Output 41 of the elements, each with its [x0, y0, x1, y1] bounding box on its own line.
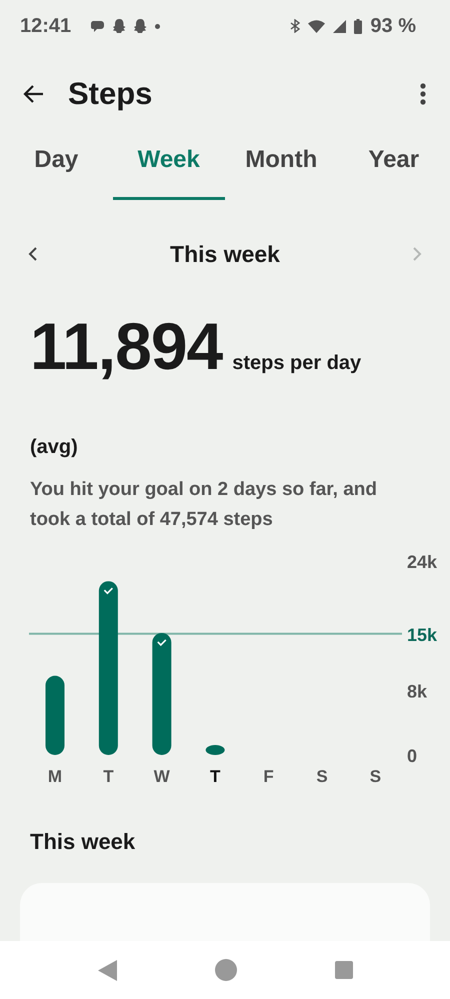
period-tab[interactable]: Month — [225, 136, 338, 200]
signal-icon — [333, 20, 346, 32]
page-title: Steps — [68, 76, 152, 112]
average-note: (avg) — [29, 436, 79, 459]
day-label: W — [154, 767, 170, 786]
day-label: F — [263, 767, 274, 786]
period-title: This week — [170, 240, 280, 268]
average-steps-value: 11,894 — [30, 308, 222, 384]
step-bar — [206, 745, 225, 755]
period-tab[interactable]: Day — [0, 136, 112, 200]
previous-button[interactable] — [28, 247, 38, 261]
battery-icon — [354, 18, 362, 34]
steps-unit-label: steps per day — [232, 352, 362, 375]
day-label: M — [48, 767, 62, 786]
day-label: T — [210, 767, 220, 786]
ghost-icon — [113, 19, 126, 33]
home-nav-icon[interactable] — [214, 959, 236, 981]
day-label: T — [103, 767, 114, 786]
battery-percentage: 93 % — [370, 14, 416, 38]
day-label: S — [316, 767, 328, 786]
section-title: This week — [29, 829, 136, 855]
dot-icon — [155, 24, 160, 28]
axis-tick-label: 0 — [407, 746, 418, 766]
period-tab[interactable]: Week — [112, 136, 225, 200]
back-button[interactable] — [22, 84, 44, 104]
period-tab[interactable]: Year — [338, 136, 450, 200]
check-icon — [104, 588, 113, 594]
check-icon — [157, 639, 166, 646]
ghost-icon — [134, 19, 148, 33]
day-label: S — [370, 767, 382, 786]
more-options-icon[interactable] — [420, 83, 426, 105]
recents-nav-icon[interactable] — [334, 961, 352, 979]
axis-tick-label: 24k — [407, 552, 438, 572]
axis-tick-label: 8k — [407, 681, 428, 702]
axis-tick-label: 15k — [407, 624, 438, 645]
back-nav-icon[interactable] — [98, 960, 116, 980]
bluetooth-icon — [290, 19, 300, 33]
message-icon — [91, 20, 106, 32]
status-time: 12:41 — [20, 14, 72, 38]
wifi-icon — [308, 20, 326, 32]
goal-summary-text: You hit your goal on 2 days so far, and took a total of 47,574 steps — [30, 478, 378, 532]
